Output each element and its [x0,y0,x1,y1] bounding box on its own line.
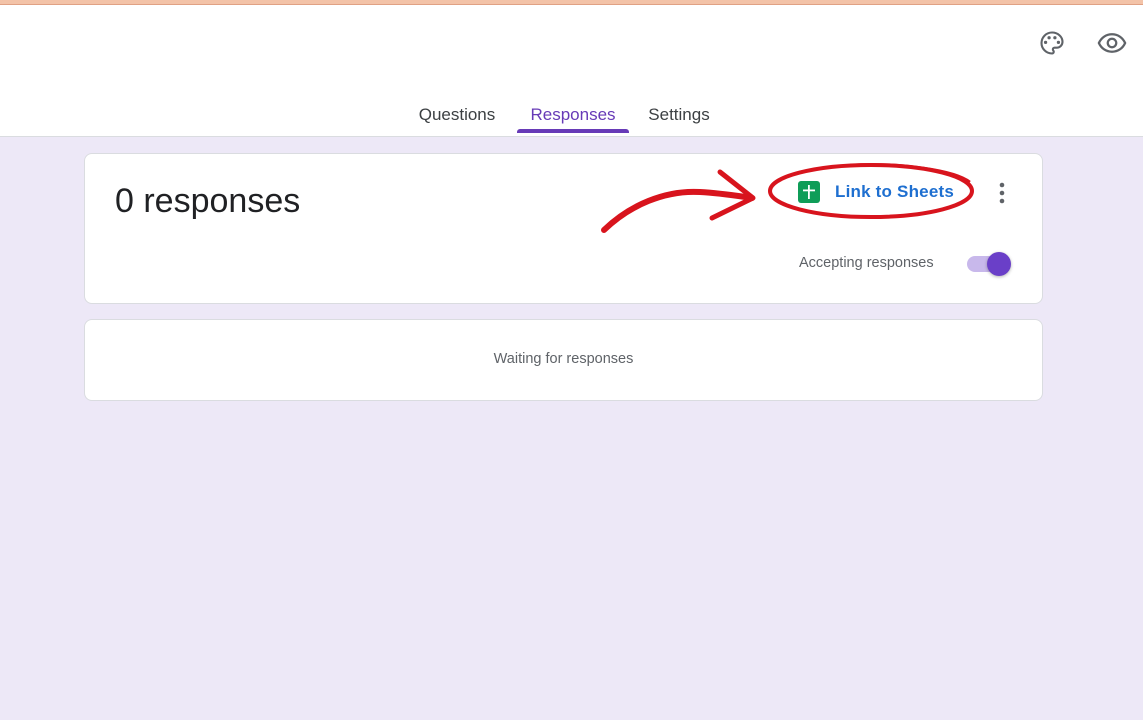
customize-theme-button[interactable] [1032,23,1072,63]
toggle-thumb [987,252,1011,276]
eye-icon [1097,33,1127,53]
more-options-button[interactable] [983,174,1021,212]
accepting-responses-label: Accepting responses [799,255,934,271]
link-to-sheets-button[interactable]: Link to Sheets [795,176,961,208]
waiting-card: Waiting for responses [84,319,1043,401]
accepting-responses-toggle[interactable] [965,250,1015,278]
responses-summary-card: 0 responses Link to Sheets Accepting res… [84,153,1043,304]
waiting-for-responses-text: Waiting for responses [493,351,634,367]
active-tab-indicator [517,129,629,133]
tab-settings[interactable]: Settings [636,95,722,137]
google-sheets-icon [798,181,820,203]
more-vert-icon [999,182,1005,204]
form-header: Questions Responses Settings [0,5,1143,137]
palette-icon [1040,31,1064,55]
preview-button[interactable] [1092,23,1132,63]
response-count: 0 responses [115,182,301,220]
tab-questions[interactable]: Questions [407,95,507,137]
link-to-sheets-label: Link to Sheets [835,182,954,201]
